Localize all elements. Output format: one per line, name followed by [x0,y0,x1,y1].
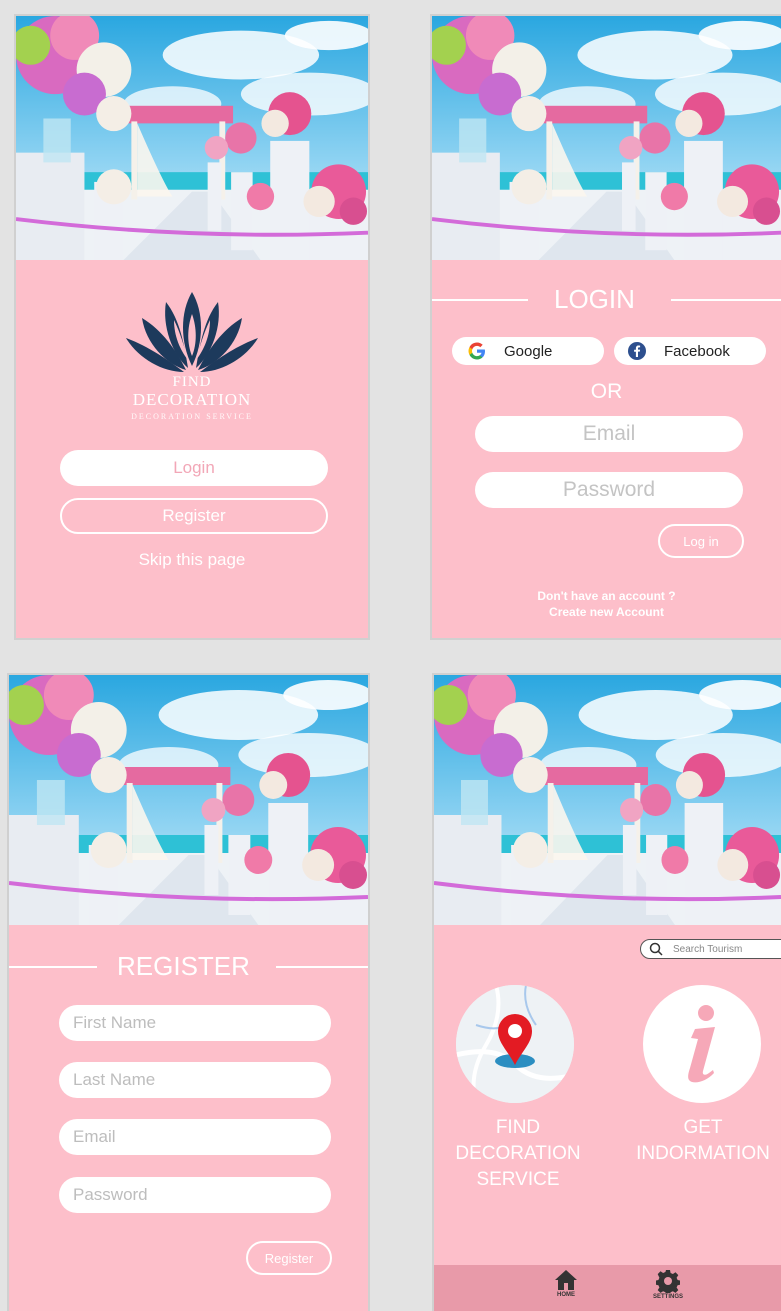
email-placeholder: Email [73,1127,116,1146]
login-heading: LOGIN [432,284,781,315]
google-icon [468,342,485,360]
login-button[interactable]: Login [60,450,328,486]
register-button[interactable]: Register [60,498,328,534]
map-pin-icon [456,985,574,1103]
hero-photo [9,675,368,925]
login-screen: LOGIN Google Facebook OR Email Password … [430,14,781,640]
register-submit-label: Register [264,1250,314,1266]
heading-line-left [9,965,97,968]
email-field[interactable]: Email [475,416,743,452]
hero-photo [16,16,368,260]
hero-photo [434,675,781,925]
heading-line-right [275,965,368,968]
tile2-line1: GET [683,1117,723,1138]
tile1-line3: SERVICE [476,1169,560,1190]
brand-line2: DECORATION [132,390,252,409]
lotus-logo-icon [126,292,258,372]
password-field[interactable]: Password [59,1177,331,1213]
password-placeholder: Password [562,478,656,501]
skip-link[interactable]: Skip this page [16,550,368,570]
facebook-label: Facebook [664,342,730,360]
last-name-field[interactable]: Last Name [59,1062,331,1098]
password-field[interactable]: Password [475,472,743,508]
brand-tagline: DECORATION SERVICE [131,412,253,421]
search-placeholder: Search Tourism [673,943,743,955]
facebook-button[interactable]: Facebook [614,337,766,365]
home-icon [555,1270,577,1290]
nav-settings[interactable]: SETTINGS [653,1269,683,1300]
register-button-label: Register [162,506,226,525]
register-submit-button[interactable]: Register [246,1241,332,1275]
hero-photo [432,16,781,260]
heading-line-right [670,298,781,301]
login-button-label: Login [173,458,215,477]
or-divider: OR [590,380,623,403]
register-heading: REGISTER [9,951,368,982]
tile1-line1: FIND [495,1117,541,1138]
create-account-link[interactable]: Create new Account [432,604,781,620]
welcome-screen: FIND DECORATION DECORATION SERVICE Login… [14,14,370,640]
tile2-line2: INDORMATION [636,1143,770,1164]
register-screen: REGISTER First Name Last Name Email Pass… [7,673,370,1311]
home-screen: Search Tourism FIND DECORATION SERVICE G… [432,673,781,1311]
info-icon [688,1005,715,1083]
search-bar[interactable]: Search Tourism [640,939,781,959]
register-title: REGISTER [117,951,250,981]
find-service-tile[interactable] [456,985,574,1103]
info-tile[interactable] [643,985,761,1103]
login-title: LOGIN [554,284,635,314]
brand-line1: FIND [172,374,212,390]
google-button[interactable]: Google [452,337,604,365]
heading-line-left [432,298,528,301]
gear-icon [656,1270,680,1293]
nav-home[interactable]: HOME [554,1269,578,1298]
bottom-nav: HOME SETTINGS [434,1265,781,1311]
log-in-label: Log in [683,533,719,549]
tile1-line2: DECORATION [455,1143,581,1164]
first-name-field[interactable]: First Name [59,1005,331,1041]
password-placeholder: Password [73,1185,148,1204]
nav-home-label: HOME [557,1292,575,1298]
first-name-placeholder: First Name [73,1013,157,1032]
search-icon [649,942,663,956]
google-label: Google [504,342,553,360]
facebook-icon [628,342,646,360]
no-account-text: Don't have an account ? [537,589,676,603]
last-name-placeholder: Last Name [73,1070,156,1089]
log-in-button[interactable]: Log in [658,524,744,558]
nav-settings-label: SETTINGS [653,1294,684,1300]
email-placeholder: Email [582,422,636,445]
email-field[interactable]: Email [59,1119,331,1155]
